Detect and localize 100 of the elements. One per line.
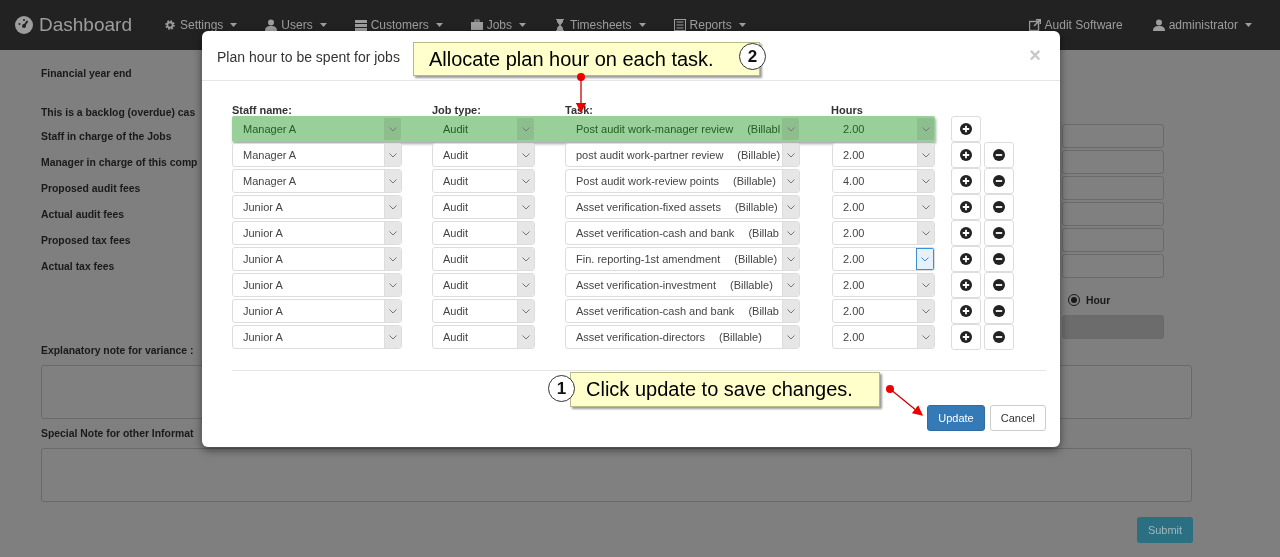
input-field[interactable]: [1062, 202, 1164, 226]
nav-link[interactable]: Audit Software: [1014, 18, 1139, 32]
input-field[interactable]: [1062, 176, 1164, 200]
input-field[interactable]: [1062, 124, 1164, 148]
plus-icon: [960, 253, 972, 265]
chevron-icon: [389, 334, 397, 340]
job-type-select[interactable]: Audit: [432, 299, 535, 323]
caret-icon: [638, 23, 646, 27]
job-type-select[interactable]: Audit: [432, 247, 535, 271]
job-type-select[interactable]: Audit: [432, 143, 535, 167]
task-select[interactable]: Asset verification-fixed assets (Billable): [565, 195, 800, 219]
minus-icon: [993, 253, 1005, 265]
input-field[interactable]: [1062, 254, 1164, 278]
remove-row-button[interactable]: [984, 194, 1014, 220]
gear-icon: [163, 19, 176, 31]
plus-icon: [960, 123, 972, 135]
task-select[interactable]: Asset verification-investment (Billable): [565, 273, 800, 297]
brand-title[interactable]: Dashboard: [39, 14, 132, 36]
remove-row-button[interactable]: [984, 246, 1014, 272]
remove-row-button[interactable]: [984, 324, 1014, 350]
hours-select[interactable]: 2.00: [832, 117, 935, 141]
task-select[interactable]: Post audit work-manager review (Billabl: [565, 117, 800, 141]
chevron-icon: [922, 178, 930, 184]
staff-select[interactable]: Manager A: [232, 143, 402, 167]
add-row-button[interactable]: [951, 298, 981, 324]
add-row-button[interactable]: [951, 246, 981, 272]
task-select[interactable]: Asset verification-directors (Billable): [565, 325, 800, 349]
job-type-select[interactable]: Audit: [432, 169, 535, 193]
minus-icon: [993, 279, 1005, 291]
staff-select[interactable]: Manager A: [232, 169, 402, 193]
minus-icon: [993, 201, 1005, 213]
add-row-button[interactable]: [951, 272, 981, 298]
cancel-button[interactable]: Cancel: [989, 405, 1046, 431]
chevron-icon: [787, 230, 795, 236]
job-type-select[interactable]: Audit: [432, 273, 535, 297]
remove-row-button[interactable]: [984, 142, 1014, 168]
chevron-icon: [922, 152, 930, 158]
hours-select[interactable]: 2.00: [832, 247, 935, 271]
remove-row-button[interactable]: [984, 298, 1014, 324]
task-select[interactable]: Asset verification-cash and bank (Billab: [565, 221, 800, 245]
input-field[interactable]: [1062, 150, 1164, 174]
job-type-select[interactable]: Audit: [432, 195, 535, 219]
nav-menu[interactable]: Jobs: [456, 18, 541, 32]
staff-select[interactable]: Junior A: [232, 221, 402, 245]
hourglass-icon: [554, 19, 567, 31]
remove-row-button[interactable]: [984, 220, 1014, 246]
chevron-icon: [389, 282, 397, 288]
add-row-button[interactable]: [951, 194, 981, 220]
task-select[interactable]: Post audit work-review points (Billable): [565, 169, 800, 193]
task-select[interactable]: Asset verification-cash and bank (Billab: [565, 299, 800, 323]
task-select[interactable]: Fin. reporting-1st amendment (Billable): [565, 247, 800, 271]
caret-icon: [519, 23, 527, 27]
staff-select[interactable]: Junior A: [232, 273, 402, 297]
chevron-icon: [389, 126, 397, 132]
plus-icon: [960, 279, 972, 291]
add-row-button[interactable]: [951, 116, 981, 142]
chevron-icon: [389, 152, 397, 158]
nav-menu[interactable]: Users: [251, 18, 341, 32]
nav-menu[interactable]: Customers: [340, 18, 457, 32]
update-button[interactable]: Update: [927, 405, 985, 431]
hours-select[interactable]: 2.00: [832, 325, 935, 349]
plus-icon: [960, 227, 972, 239]
add-row-button[interactable]: [951, 220, 981, 246]
job-type-select[interactable]: Audit: [432, 325, 535, 349]
hours-select[interactable]: 2.00: [832, 195, 935, 219]
nav-menu[interactable]: Settings: [149, 18, 252, 32]
hours-select[interactable]: 2.00: [832, 273, 935, 297]
staff-select[interactable]: Junior A: [232, 299, 402, 323]
add-row-button[interactable]: [951, 142, 981, 168]
chevron-icon: [787, 152, 795, 158]
staff-select[interactable]: Junior A: [232, 325, 402, 349]
task-select[interactable]: post audit work-partner review (Billable): [565, 143, 800, 167]
staff-select[interactable]: Junior A: [232, 247, 402, 271]
minus-icon: [993, 149, 1005, 161]
remove-row-button[interactable]: [984, 168, 1014, 194]
staff-select[interactable]: Junior A: [232, 195, 402, 219]
remove-row-button[interactable]: [984, 272, 1014, 298]
chevron-icon: [922, 230, 930, 236]
nav-link[interactable]: administrator: [1138, 18, 1280, 32]
job-type-select[interactable]: Audit: [432, 221, 535, 245]
caret-icon: [1245, 23, 1252, 27]
minus-icon: [993, 331, 1005, 343]
add-row-button[interactable]: [951, 324, 981, 350]
chevron-icon: [922, 126, 930, 132]
minus-icon: [993, 227, 1005, 239]
chevron-icon: [922, 204, 930, 210]
chevron-icon: [522, 282, 530, 288]
hours-select[interactable]: 2.00: [832, 143, 935, 167]
staff-select[interactable]: Manager A: [232, 117, 402, 141]
job-type-select[interactable]: Audit: [432, 117, 535, 141]
chevron-icon: [522, 230, 530, 236]
nav-menu[interactable]: Timesheets: [540, 18, 660, 32]
input-field[interactable]: [1062, 228, 1164, 252]
hours-select[interactable]: 2.00: [832, 299, 935, 323]
caret-icon: [319, 23, 327, 27]
user-icon: [265, 19, 278, 31]
hours-select[interactable]: 2.00: [832, 221, 935, 245]
hours-select[interactable]: 4.00: [832, 169, 935, 193]
add-row-button[interactable]: [951, 168, 981, 194]
nav-menu[interactable]: Reports: [659, 18, 760, 32]
